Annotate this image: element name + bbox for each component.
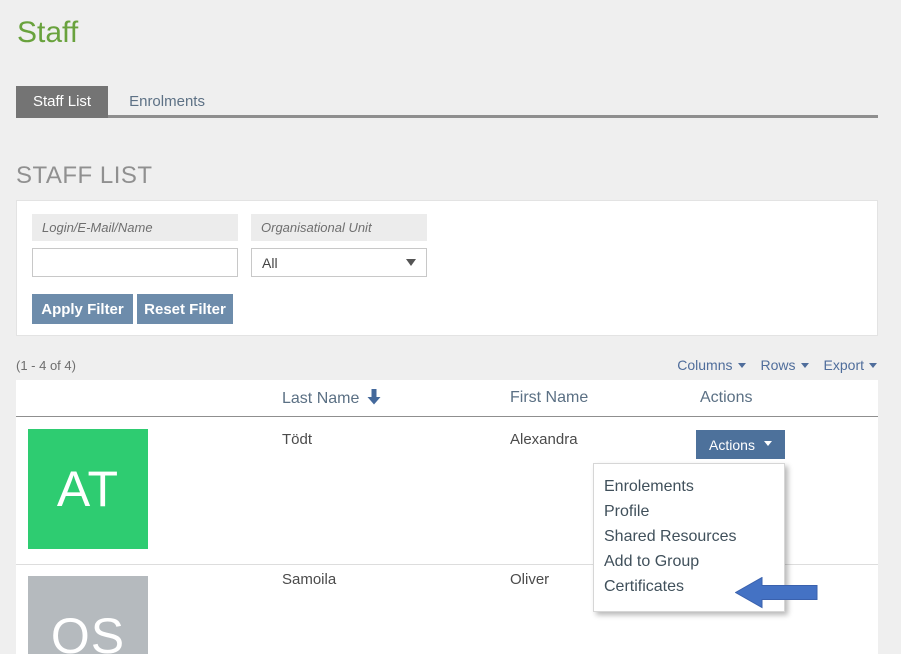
chevron-down-icon <box>738 363 746 368</box>
column-header-last-name[interactable]: Last Name <box>282 389 510 408</box>
sort-descending-icon <box>367 389 381 405</box>
org-unit-selected-value: All <box>262 255 278 271</box>
menu-item-profile[interactable]: Profile <box>594 499 784 524</box>
last-name-cell: Tödt <box>282 417 510 564</box>
last-name-cell: Samoila <box>282 565 510 654</box>
menu-item-add-to-group[interactable]: Add to Group <box>594 549 784 574</box>
table-toolbar: Columns Rows Export <box>677 357 877 373</box>
org-unit-filter-label: Organisational Unit <box>251 214 427 241</box>
page-title: Staff <box>17 16 78 50</box>
chevron-down-icon <box>764 441 772 446</box>
staff-page: Staff Staff List Enrolments STAFF LIST L… <box>0 0 901 654</box>
annotation-arrow-left-icon <box>735 577 818 609</box>
chevron-down-icon <box>869 363 877 368</box>
org-unit-select[interactable]: All <box>251 248 427 277</box>
rows-menu[interactable]: Rows <box>761 357 809 373</box>
reset-filter-button[interactable]: Reset Filter <box>137 294 233 324</box>
menu-item-shared-resources[interactable]: Shared Resources <box>594 524 784 549</box>
export-menu[interactable]: Export <box>824 357 877 373</box>
tab-bar: Staff List Enrolments <box>16 86 878 118</box>
login-filter-label: Login/E-Mail/Name <box>32 214 238 241</box>
row-actions-button[interactable]: Actions <box>696 430 785 459</box>
columns-menu[interactable]: Columns <box>677 357 745 373</box>
table-header-row: Last Name First Name Actions <box>16 380 878 417</box>
tab-staff-list[interactable]: Staff List <box>16 86 108 118</box>
avatar: AT <box>28 429 148 549</box>
avatar: OS <box>28 576 148 654</box>
login-filter-input[interactable] <box>32 248 238 277</box>
column-header-first-name[interactable]: First Name <box>510 389 700 407</box>
chevron-down-icon <box>801 363 809 368</box>
chevron-down-icon <box>406 259 416 266</box>
tab-enrolments[interactable]: Enrolments <box>108 86 226 118</box>
filter-panel: Login/E-Mail/Name Organisational Unit Al… <box>16 200 878 336</box>
apply-filter-button[interactable]: Apply Filter <box>32 294 133 324</box>
section-heading: STAFF LIST <box>16 162 153 190</box>
pagination-status: (1 - 4 of 4) <box>16 358 76 373</box>
menu-item-enrolements[interactable]: Enrolements <box>594 474 784 499</box>
column-header-actions: Actions <box>700 389 878 407</box>
